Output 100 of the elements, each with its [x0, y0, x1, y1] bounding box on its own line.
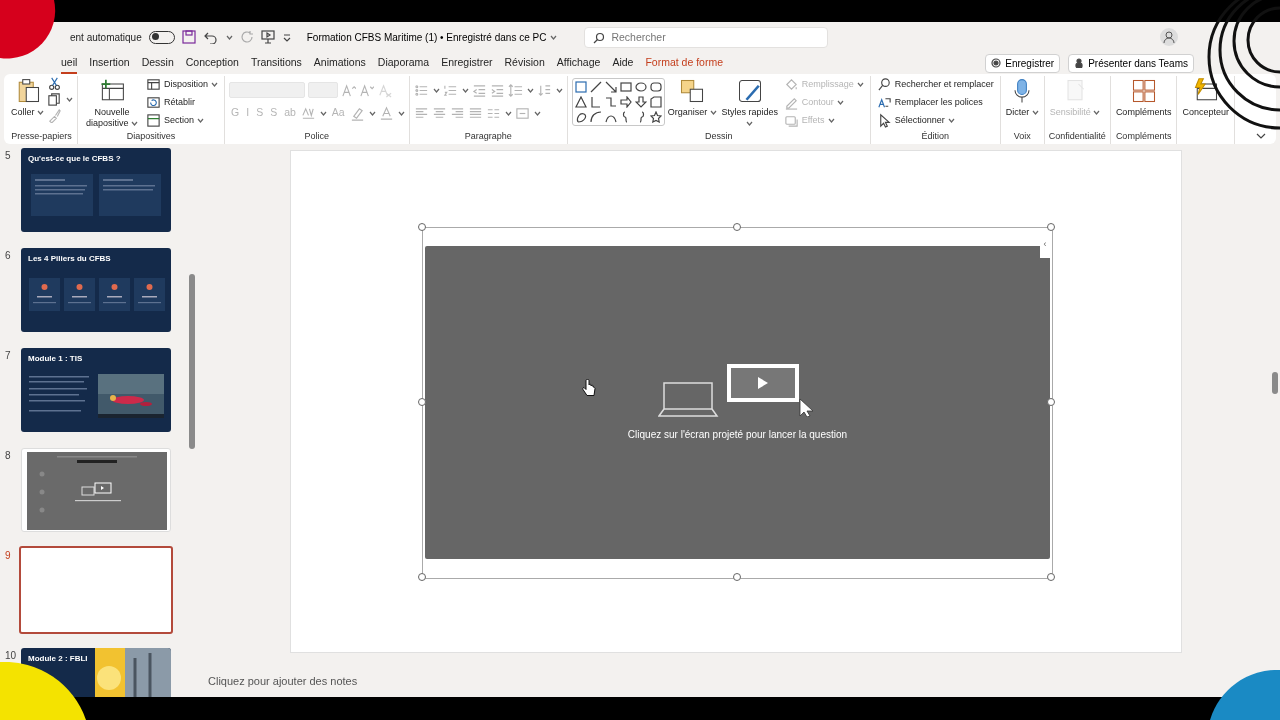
record-icon — [991, 58, 1002, 68]
caret-icon[interactable] — [37, 110, 44, 116]
ribbon-tab[interactable]: Révision — [498, 52, 551, 74]
ribbon-tab[interactable]: Conception — [179, 52, 245, 74]
ribbon-tab[interactable]: Format de forme — [639, 52, 729, 74]
caret-icon[interactable] — [131, 120, 139, 126]
group-label: Confidentialité — [1048, 131, 1106, 141]
collapse-chevron-icon[interactable] — [1256, 132, 1266, 140]
ribbon-button[interactable]: Rétablir — [144, 94, 221, 111]
outline-icon — [783, 95, 799, 110]
resize-handle[interactable] — [1047, 398, 1055, 406]
triangle-icon[interactable] — [574, 96, 587, 108]
presentation-icon[interactable] — [260, 30, 275, 44]
resize-handle[interactable] — [418, 398, 426, 406]
arrow-icon[interactable] — [604, 81, 617, 93]
fill-icon — [783, 77, 799, 92]
reset-icon — [146, 95, 161, 110]
ribbon-tab[interactable]: Dessin — [135, 52, 180, 74]
save-icon[interactable] — [181, 30, 196, 44]
slide-title: Module 2 : FBLI — [28, 653, 88, 665]
line-icon[interactable] — [589, 81, 602, 93]
hand-cursor-icon — [582, 379, 596, 397]
caret-icon[interactable] — [66, 97, 73, 102]
ribbon-button[interactable]: Disposition — [144, 76, 221, 93]
ribbon-button[interactable]: Organiser — [666, 76, 718, 119]
group-label: Diapositives — [126, 131, 176, 141]
resize-handle[interactable] — [418, 573, 426, 581]
slide-number: 5 — [4, 149, 12, 163]
down-arrow-icon[interactable] — [634, 96, 647, 108]
ribbon-button[interactable]: Section — [144, 112, 221, 129]
ribbon-button[interactable]: Rechercher et remplacer — [874, 76, 996, 93]
rectangle-icon[interactable] — [574, 81, 587, 93]
ribbon-tab[interactable]: Insertion — [83, 52, 136, 74]
slide-content-drawing — [29, 376, 89, 412]
caret-icon[interactable] — [746, 120, 754, 126]
ribbon-tab[interactable]: Aide — [606, 52, 640, 74]
replace-font-icon — [876, 95, 892, 110]
ribbon-button[interactable]: Dicter — [1004, 76, 1040, 119]
rectangle-icon[interactable] — [619, 81, 632, 93]
embed-caption: Cliquez sur l'écran projeté pour lancer la question — [627, 428, 848, 442]
slide-title: Les 4 Piliers du CFBS — [28, 253, 111, 265]
freeform-icon[interactable] — [574, 111, 587, 123]
slide-title: Module 1 : TIS — [28, 353, 83, 365]
caret-icon[interactable] — [211, 82, 219, 87]
document-title[interactable]: Formation CFBS Maritime (1) • Enregistré dans ce PC — [306, 29, 558, 45]
group-label: Paragraphe — [464, 131, 512, 141]
ribbon-tab[interactable]: Animations — [307, 52, 372, 74]
shape-icon[interactable] — [649, 96, 662, 108]
ribbon-tab[interactable]: Enregistrer — [435, 52, 499, 74]
ribbon-button[interactable]: Styles rapides — [719, 76, 780, 130]
slide-thumbnail[interactable]: Module 1 : TIS — [21, 348, 171, 432]
people-icon — [1074, 58, 1085, 68]
resize-handle[interactable] — [732, 223, 741, 231]
present-teams-button[interactable]: Présenter dans Teams — [1068, 53, 1194, 73]
ribbon-tab[interactable]: Affichage — [550, 52, 607, 74]
resize-handle[interactable] — [732, 573, 741, 581]
slide-number: 6 — [4, 249, 12, 263]
shape-gallery[interactable] — [571, 78, 665, 126]
group-label: Dessin — [704, 131, 733, 141]
record-button[interactable]: Enregistrer — [985, 53, 1061, 73]
rounded-rectangle-icon[interactable] — [649, 81, 662, 93]
slide-thumbnail[interactable]: Qu'est-ce que le CFBS ? — [21, 148, 171, 232]
group-label: Compléments — [1115, 131, 1172, 141]
group-label: Presse-papiers — [11, 131, 72, 141]
caret-icon[interactable] — [550, 34, 558, 40]
search-icon — [876, 77, 892, 92]
notes-placeholder[interactable]: Cliquez pour ajouter des notes — [208, 675, 358, 687]
undo-icon[interactable] — [202, 30, 219, 44]
ribbon-button[interactable]: Remplacer les polices — [874, 94, 996, 111]
slide-thumbnail[interactable] — [19, 546, 173, 634]
ribbon-button[interactable]: Concepteur — [1181, 76, 1230, 119]
slide-number: 7 — [4, 349, 12, 363]
caret-icon[interactable] — [225, 34, 233, 40]
caret-icon[interactable] — [197, 118, 205, 123]
right-arrow-icon[interactable] — [619, 96, 632, 108]
caret-icon[interactable] — [1031, 110, 1039, 116]
slide-thumbnail[interactable]: Les 4 Piliers du CFBS — [21, 248, 171, 332]
ribbon-tab[interactable]: Diaporama — [371, 52, 436, 74]
resize-handle[interactable] — [1047, 573, 1055, 581]
star-icon[interactable] — [649, 111, 662, 123]
slide-number: 8 — [4, 449, 12, 463]
resize-handle[interactable] — [1047, 223, 1055, 231]
curve-icon[interactable] — [589, 111, 602, 123]
user-avatar-icon[interactable] — [1160, 28, 1178, 46]
caret-icon[interactable] — [947, 118, 955, 123]
ribbon-tab[interactable]: ueil — [55, 52, 84, 74]
ribbon-button[interactable]: Compléments — [1114, 76, 1173, 119]
resize-handle[interactable] — [418, 223, 426, 231]
layout-icon — [146, 77, 161, 92]
slide-number: 10 — [4, 649, 17, 663]
slide-number: 9 — [4, 549, 12, 563]
caret-icon[interactable] — [709, 110, 717, 116]
ribbon-button[interactable]: Sélectionner — [874, 112, 996, 129]
group-label: Police — [304, 131, 330, 141]
ribbon-button[interactable]: Nouvelle diapositive — [82, 76, 142, 130]
ribbon-button[interactable]: Coller — [10, 76, 45, 119]
oval-icon[interactable] — [634, 81, 647, 93]
group-label: Voix — [1013, 131, 1031, 141]
ribbon-tab[interactable]: Transitions — [244, 52, 308, 74]
search-field[interactable]: Rechercher — [584, 26, 829, 48]
